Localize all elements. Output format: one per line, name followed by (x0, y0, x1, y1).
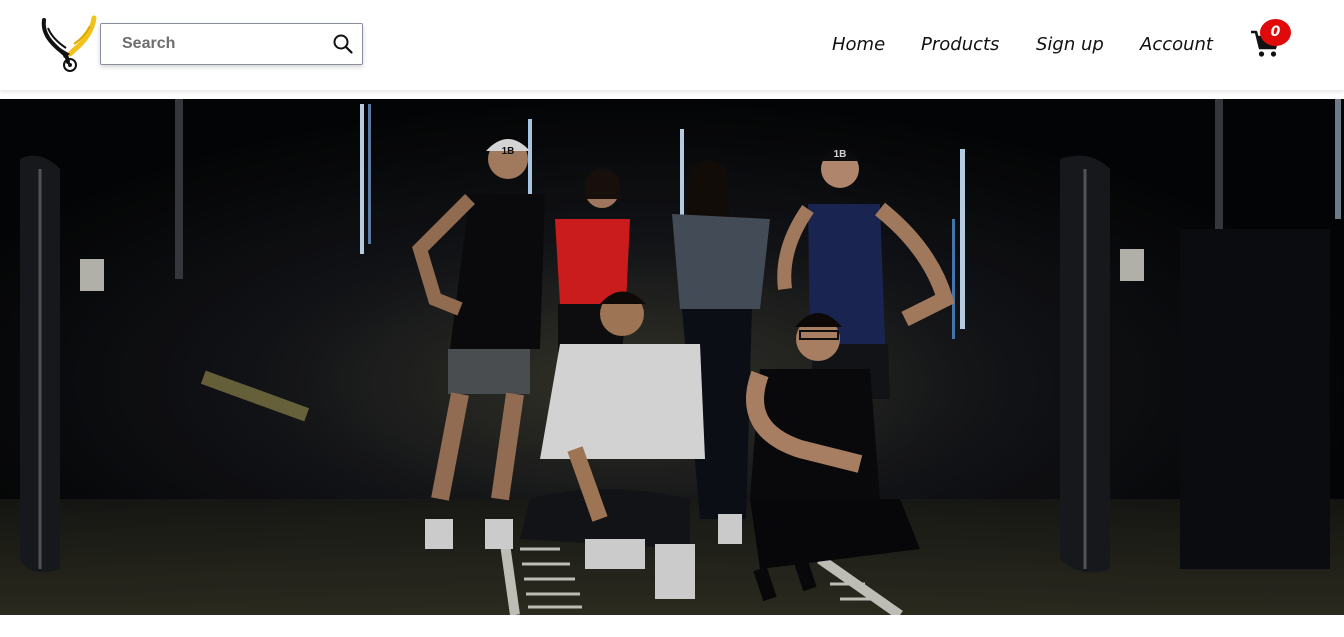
nav-products-link[interactable]: Products (921, 30, 999, 60)
search-icon[interactable] (332, 33, 354, 55)
hero-banner: 1B 1B (0, 99, 1344, 615)
search-input[interactable] (101, 24, 326, 64)
site-header: Home Products Sign up Account 0 (0, 0, 1344, 90)
cart-count-badge[interactable]: 0 (1260, 19, 1291, 46)
search-box (100, 23, 363, 65)
nav-signup-link[interactable]: Sign up (1036, 30, 1104, 60)
nav-home-link[interactable]: Home (832, 30, 885, 60)
nav-account-link[interactable]: Account (1140, 30, 1213, 60)
bull-horns-logo-icon[interactable] (40, 14, 98, 74)
group-of-athletes-in-dark-gym-photo: 1B 1B (0, 99, 1344, 615)
